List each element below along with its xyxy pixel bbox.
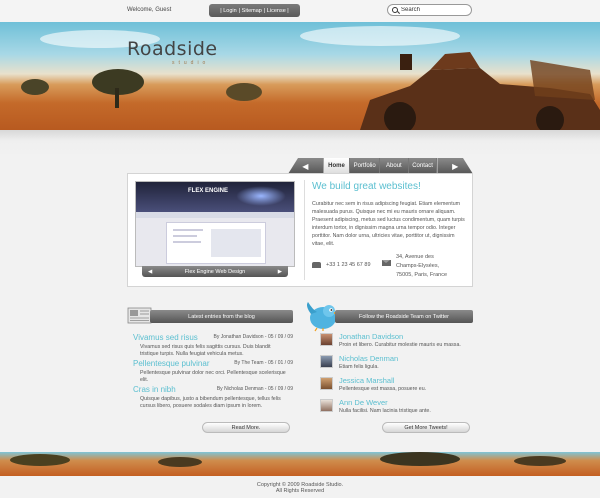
tab-portfolio[interactable]: Portfolio <box>350 158 381 174</box>
screenshot-block <box>211 229 261 257</box>
shadow-band <box>0 130 600 158</box>
contact-phone: +33 1 23 45 67 89 <box>312 262 371 268</box>
screenshot-logo: FLEX ENGINE <box>188 188 229 194</box>
screenshot-line <box>173 229 203 231</box>
top-bar: Welcome, Guest | Login | Sitemap | Licen… <box>0 0 600 22</box>
license-link[interactable]: | License | <box>264 8 289 14</box>
main-nav: ◀ Home Portfolio About Contact ▶ <box>288 158 473 174</box>
tweet-author[interactable]: Nicholas Denman <box>339 354 398 363</box>
blog-entry: Pellentesque pulvinar By The Team - 05 /… <box>133 359 293 385</box>
tree-icon <box>92 69 144 108</box>
tab-home[interactable]: Home <box>323 158 351 174</box>
blog-entry-excerpt: Quisque dapibus, justo a bibendum pellen… <box>140 396 281 409</box>
welcome-text: Welcome, Guest <box>127 7 172 13</box>
tweet-author[interactable]: Ann De Wever <box>339 398 388 407</box>
blog-entry-title[interactable]: Vivamus sed risus <box>133 333 198 342</box>
rights-line: All Rights Reserved <box>275 488 325 494</box>
tweet-list: Jonathan Davidson Proin et libero. Curab… <box>320 332 473 420</box>
slideshow-caption: ◀ Flex Engine Web Design ▶ <box>142 266 288 277</box>
site-logo-subtitle: studio <box>172 60 210 66</box>
copyright: Copyright © 2009 Roadside Studio. All Ri… <box>0 482 600 494</box>
tab-contact[interactable]: Contact <box>408 158 438 174</box>
sitemap-link[interactable]: | Sitemap <box>239 8 262 14</box>
divider <box>304 180 305 280</box>
blog-entry-excerpt: Pellentesque pulvinar dolor nec orci. Pe… <box>140 370 286 383</box>
screenshot-header: FLEX ENGINE <box>136 182 294 212</box>
tab-about[interactable]: About <box>380 158 409 174</box>
blog-entry-title[interactable]: Pellentesque pulvinar <box>133 359 210 368</box>
read-more-button[interactable]: Read More. <box>202 422 290 433</box>
phone-icon <box>312 262 321 268</box>
blog-entry-meta: By Nicholas Denman - 05 / 09 / 09 <box>216 386 293 392</box>
contact-address: 34, Avenue des Champs-Elysées, 75005, Pa… <box>382 253 456 280</box>
tweet-text: Pellentesque est massa, posuere eu. <box>339 386 427 392</box>
get-more-tweets-button[interactable]: Get More Tweets! <box>382 422 470 433</box>
search-input[interactable] <box>401 7 461 13</box>
login-link[interactable]: | Login <box>220 8 236 14</box>
bush-icon <box>226 83 262 101</box>
slide-prev-icon[interactable]: ◀ <box>148 269 152 275</box>
tweet-author[interactable]: Jonathan Davidson <box>339 332 403 341</box>
screenshot-nav <box>136 212 294 218</box>
avatar[interactable] <box>320 333 333 346</box>
avatar[interactable] <box>320 399 333 412</box>
tweet-author[interactable]: Jessica Marshall <box>339 376 394 385</box>
address-text: 34, Avenue des Champs-Elysées, 75005, Pa… <box>396 254 448 278</box>
blog-entry: Cras in nibh By Nicholas Denman - 05 / 0… <box>133 385 293 411</box>
nav-prev-button[interactable]: ◀ <box>288 158 324 174</box>
phone-number: +33 1 23 45 67 89 <box>326 262 371 268</box>
feature-description: Curabitur nec sem in risus adipiscing fe… <box>312 201 465 247</box>
nav-next-button[interactable]: ▶ <box>437 158 473 174</box>
feature-title: We build great websites! <box>312 181 421 192</box>
tweet-item: Jessica Marshall Pellentesque est massa,… <box>320 376 473 398</box>
twitter-bird-icon <box>307 302 338 332</box>
blog-entry-meta: By The Team - 05 / 01 / 09 <box>234 360 293 366</box>
blog-list: Vivamus sed risus By Jonathan Davidson -… <box>133 333 293 411</box>
blog-entry: Vivamus sed risus By Jonathan Davidson -… <box>133 333 293 359</box>
header-banner: Roadside studio <box>0 22 600 130</box>
blog-entry-meta: By Jonathan Davidson - 05 / 09 / 09 <box>213 334 294 340</box>
footer-landscape <box>10 452 566 467</box>
bush-icon <box>21 79 49 95</box>
slide-caption-text: Flex Engine Web Design <box>184 268 246 275</box>
tweet-text: Proin et libero. Curabitur molestie maur… <box>339 342 461 348</box>
screenshot-line <box>173 241 201 243</box>
blog-section-header: Latest entries from the blog <box>150 310 293 323</box>
screenshot-glow <box>236 186 286 206</box>
tweet-item: Nicholas Denman Etiam felis ligula. <box>320 354 473 376</box>
footer-banner <box>0 452 600 476</box>
screenshot-line <box>173 235 197 237</box>
tweet-text: Etiam felis ligula. <box>339 364 379 370</box>
site-logo[interactable]: Roadside <box>127 38 218 60</box>
tweet-item: Ann De Wever Nulla facilisi. Nam lacinia… <box>320 398 473 420</box>
search-icon[interactable] <box>392 7 398 13</box>
avatar[interactable] <box>320 377 333 390</box>
blog-entry-excerpt: Vivamus sed risus quis felis sagittis cu… <box>140 344 271 357</box>
mail-icon <box>382 260 391 266</box>
screenshot-body <box>166 222 266 264</box>
search-box <box>387 4 472 16</box>
slide-next-icon[interactable]: ▶ <box>278 269 282 275</box>
blog-entry-title[interactable]: Cras in nibh <box>133 385 176 394</box>
account-links: | Login | Sitemap | License | <box>209 4 300 17</box>
portfolio-screenshot[interactable]: FLEX ENGINE <box>135 181 295 267</box>
twitter-section-header: Follow the Roadside Team on Twitter <box>335 310 473 323</box>
featured-panel: FLEX ENGINE ◀ Flex Engine Web Design ▶ W… <box>127 173 473 287</box>
rusted-car-icon <box>360 52 600 130</box>
avatar[interactable] <box>320 355 333 368</box>
tweet-text: Nulla facilisi. Nam lacinia tristique an… <box>339 408 431 414</box>
tweet-item: Jonathan Davidson Proin et libero. Curab… <box>320 332 473 354</box>
